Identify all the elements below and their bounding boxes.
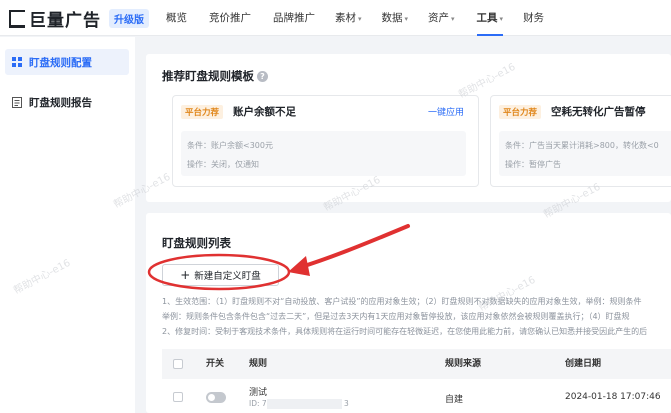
nav-item-label: 数据 <box>381 12 403 24</box>
rule-id: ID: 7 <box>249 399 267 408</box>
column-header: 规则 <box>249 359 268 369</box>
rule-id-tail: 3 <box>344 399 349 408</box>
logo-mark-icon <box>9 9 25 28</box>
column-header: 创建日期 <box>565 359 602 369</box>
nav-item-label: 竞价推广 <box>209 12 251 24</box>
table-header: 开关 规则 规则来源 创建日期 <box>162 349 671 379</box>
column-header: 开关 <box>206 359 225 369</box>
template-condition: 条件：账户余额<300元 <box>187 141 273 150</box>
nav-item[interactable]: 品牌推广 <box>273 0 315 36</box>
chevron-down-icon: ▾ <box>404 15 409 23</box>
redacted-id-mask <box>267 399 342 409</box>
apply-link[interactable]: 一键应用 <box>428 105 464 118</box>
grid-icon <box>12 57 22 67</box>
select-all-checkbox[interactable] <box>173 359 183 369</box>
nav-item[interactable]: 竞价推广 <box>209 0 251 36</box>
report-icon <box>12 97 22 108</box>
template-conditions: 条件：账户余额<300元 操作：关闭，仅通知 <box>181 131 466 176</box>
created-date: 2024-01-18 17:07:46 <box>565 392 661 402</box>
template-action: 操作：关闭，仅通知 <box>187 160 259 169</box>
nav-item-label: 素材 <box>335 12 356 24</box>
nav-item[interactable]: 素材 ▾ <box>335 0 362 36</box>
chevron-down-icon: ▾ <box>358 15 362 23</box>
rule-name[interactable]: 测试 <box>249 385 267 398</box>
nav-item[interactable]: 数据 ▾ <box>382 0 409 36</box>
template-card[interactable]: 平台力荐 账户余额不足 一键应用 条件：账户余额<300元 操作：关闭，仅通知 <box>172 95 479 187</box>
nav-item[interactable]: 概览 <box>166 0 187 36</box>
nav-item-label: 财务 <box>523 12 545 24</box>
new-custom-rule-button[interactable]: + 新建自定义盯盘 <box>162 264 279 286</box>
logo-text: 巨量广告 <box>29 11 101 31</box>
nav-item[interactable]: 财务 <box>523 0 544 36</box>
recommend-tag: 平台力荐 <box>499 105 542 119</box>
version-badge: 升级版 <box>109 9 149 28</box>
chevron-down-icon: ▾ <box>499 15 504 23</box>
table-row[interactable]: 测试 ID: 7 3 自建 2024-01-18 17:07:46 <box>162 380 671 413</box>
help-icon[interactable]: ? <box>257 71 268 82</box>
sidebar-item-label: 盯盘规则报告 <box>29 96 92 109</box>
rules-panel-title: 盯盘规则列表 <box>162 236 231 250</box>
chevron-down-icon: ▾ <box>451 15 455 23</box>
recommend-tag: 平台力荐 <box>181 105 224 119</box>
sidebar-item-rule-config[interactable]: 盯盘规则配置 <box>5 49 129 75</box>
rule-switch-toggle[interactable] <box>206 392 226 403</box>
nav-item[interactable]: 工具 ▾ <box>476 0 504 36</box>
column-header: 规则来源 <box>445 359 482 369</box>
sidebar: 盯盘规则配置 盯盘规则报告 <box>0 37 135 413</box>
template-conditions: 条件：广告当天累计消耗>800，转化数<0 操作：暂停广告 <box>499 131 671 176</box>
logo[interactable]: 巨量广告 升级版 <box>9 6 149 31</box>
template-name: 账户余额不足 <box>233 106 296 118</box>
nav-item-label: 概览 <box>166 12 187 24</box>
plus-icon: + <box>180 268 191 282</box>
rule-note: 举例：规则条件包含条件包含“过去二天”，但是过去3天内有1天应用对象暂停投放，该… <box>162 312 630 321</box>
template-condition: 条件：广告当天累计消耗>800，转化数<0 <box>505 141 659 150</box>
template-action: 操作：暂停广告 <box>505 160 561 169</box>
template-name: 空耗无转化广告暂停 <box>551 106 646 118</box>
main-nav: 概览 竞价推广 品牌推广 素材 ▾ 数据 ▾ 资产 ▾ 工具 ▾ 财务 <box>166 0 544 36</box>
template-panel-title: 推荐盯盘规则模板? <box>162 68 268 84</box>
rule-note: 1、生效范围：（1）盯盘规则不对“自动投放、客户试投”的应用对象生效；（2）盯盘… <box>162 297 642 306</box>
nav-item-label: 工具 <box>476 12 498 24</box>
sidebar-item-rule-report[interactable]: 盯盘规则报告 <box>5 89 129 115</box>
sidebar-item-label: 盯盘规则配置 <box>29 56 92 69</box>
nav-item[interactable]: 资产 ▾ <box>428 0 455 36</box>
top-navigation-bar: 巨量广告 升级版 概览 竞价推广 品牌推广 素材 ▾ 数据 ▾ 资产 ▾ 工具 ▾ 财务 <box>0 0 671 36</box>
rule-source: 自建 <box>445 395 464 405</box>
new-button-label: 新建自定义盯盘 <box>194 271 261 282</box>
nav-item-label: 品牌推广 <box>273 12 315 24</box>
row-checkbox[interactable] <box>173 392 183 402</box>
rule-note: 2、修复时间：受制于客观技术条件，具体规则将在运行时间可能存在轻微延迟，在您使用… <box>162 327 648 336</box>
template-card[interactable]: 平台力荐 空耗无转化广告暂停 条件：广告当天累计消耗>800，转化数<0 操作：… <box>490 95 671 187</box>
nav-item-label: 资产 <box>428 12 450 24</box>
